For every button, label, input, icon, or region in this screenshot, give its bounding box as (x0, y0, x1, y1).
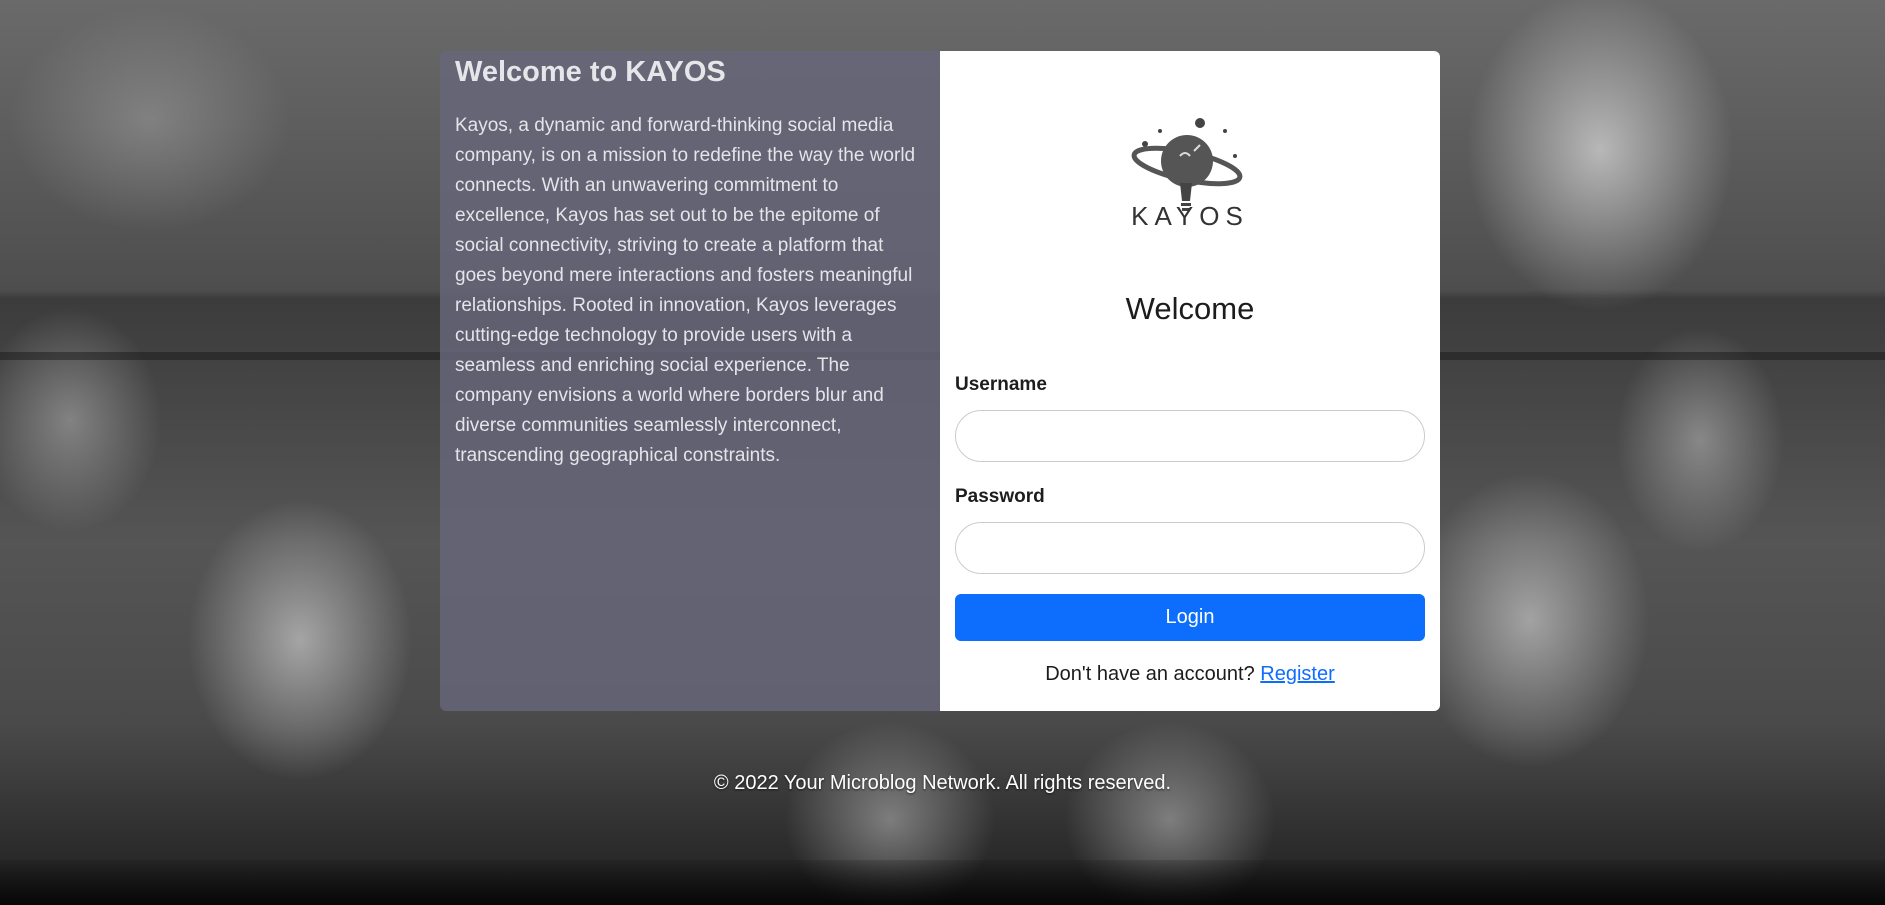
login-heading: Welcome (1125, 291, 1255, 326)
password-input[interactable] (955, 522, 1425, 574)
about-title: Welcome to KAYOS (455, 56, 726, 88)
logo-wordmark: KAYOS (1131, 201, 1249, 231)
register-prompt-text: Don't have an account? (1045, 663, 1255, 685)
password-label: Password (955, 486, 1045, 507)
background-bottom-shade (0, 860, 1885, 905)
login-button[interactable]: Login (955, 594, 1425, 641)
footer-copyright: © 2022 Your Microblog Network. All right… (713, 772, 1172, 794)
about-panel: Welcome to KAYOS Kayos, a dynamic and fo… (440, 51, 940, 711)
about-description: Kayos, a dynamic and forward-thinking so… (455, 115, 916, 466)
username-input[interactable] (955, 410, 1425, 462)
register-prompt: Don't have an account? Register (940, 663, 1440, 686)
register-link[interactable]: Register (1260, 663, 1334, 685)
login-card: Welcome to KAYOS Kayos, a dynamic and fo… (440, 51, 1440, 711)
username-label: Username (955, 374, 1047, 395)
login-panel: KAYOS Welcome Username Password Login Do… (940, 51, 1440, 711)
